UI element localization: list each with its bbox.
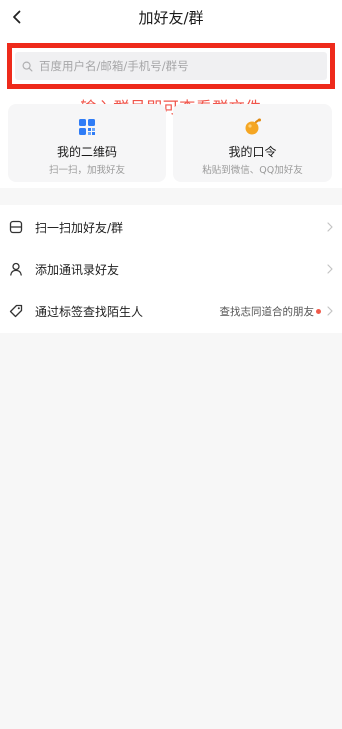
search-highlight-box	[7, 43, 335, 89]
tag-icon	[8, 303, 24, 319]
menu-list: 扫一扫加好友/群 添加通讯录好友 通过标签查找陌生人 查找志同道合的朋友	[0, 205, 342, 333]
menu-item-contacts[interactable]: 添加通讯录好友	[0, 248, 342, 290]
my-qr-code-card[interactable]: 我的二维码 扫一扫，加我好友	[8, 104, 166, 182]
chevron-right-icon	[326, 263, 334, 275]
person-icon	[8, 261, 24, 277]
menu-item-label: 添加通讯录好友	[35, 262, 120, 277]
notification-dot	[316, 308, 321, 314]
chevron-right-icon	[326, 221, 334, 233]
scan-icon	[8, 219, 24, 235]
menu-item-tags[interactable]: 通过标签查找陌生人 查找志同道合的朋友	[0, 290, 342, 332]
search-bar[interactable]	[15, 52, 327, 80]
token-key-icon	[243, 118, 263, 136]
chevron-right-icon	[326, 305, 334, 317]
menu-item-scan[interactable]: 扫一扫加好友/群	[0, 206, 342, 248]
menu-item-hint: 查找志同道合的朋友	[219, 305, 315, 318]
card-title: 我的口令	[228, 145, 277, 159]
card-subtitle: 扫一扫，加我好友	[48, 165, 125, 176]
card-subtitle: 粘贴到微信、QQ加好友	[202, 165, 303, 176]
menu-item-label: 通过标签查找陌生人	[35, 304, 144, 319]
header-bar: 加好友/群	[0, 0, 342, 36]
menu-item-label: 扫一扫加好友/群	[35, 220, 124, 235]
search-input[interactable]	[39, 59, 309, 73]
search-icon	[21, 60, 33, 72]
page-title: 加好友/群	[138, 9, 204, 27]
card-title: 我的二维码	[56, 145, 117, 159]
qr-code-icon	[77, 118, 97, 136]
my-token-card[interactable]: 我的口令 粘贴到微信、QQ加好友	[173, 104, 332, 182]
